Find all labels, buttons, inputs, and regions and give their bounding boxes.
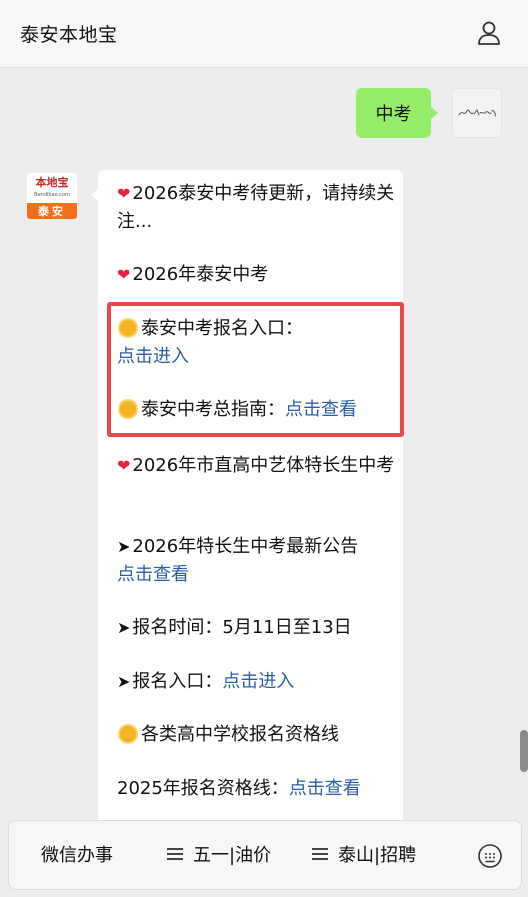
arrow-icon: ➤ [117,672,131,691]
heart-icon: ❤ [117,184,131,203]
menu-item-wechat-service[interactable]: 微信办事 [41,845,113,867]
page-title: 泰安本地宝 [20,24,118,46]
entry-link[interactable]: 点击进入 [222,671,294,692]
bottom-menu: 微信办事 五一|油价 泰山|招聘 [8,820,522,890]
message-line-title: ❤ 2026年泰安中考 [117,264,269,285]
arrow-icon: ➤ [117,537,131,556]
message-line-qualification: 各类高中学校报名资格线 [117,721,397,749]
person-icon[interactable] [476,20,502,46]
message-line-update: ❤ 2026泰安中考待更新，请持续关注... [117,183,395,232]
scrollbar[interactable] [520,730,528,772]
menu-item-holiday-oil[interactable]: 五一|油价 [167,845,271,867]
signature-image [458,108,496,117]
qualification-link[interactable]: 点击查看 [289,778,361,799]
message-line-2025: 2025年报名资格线：点击查看 [117,778,361,799]
user-avatar[interactable] [452,88,502,138]
user-message-bubble: 中考 [356,88,438,138]
bot-logo: 本地宝 Bendibao.com [27,173,77,203]
menu-item-taishan-jobs[interactable]: 泰山|招聘 [312,845,416,867]
heart-icon: ❤ [117,456,131,475]
header-bar: 泰安本地宝 [0,0,528,68]
chat-page: 泰安本地宝 中考 本地宝 Bendibao.com 泰安 ❤ 2026泰安中考待更… [0,0,528,897]
message-line-entry: ➤ 报名入口：点击进入 [117,671,295,692]
arrow-icon: ➤ [117,618,131,637]
message-line-specialty: ❤ 2026年市直高中艺体特长生中考 [117,455,395,476]
menu-icon [167,848,183,860]
menu-icon [312,848,328,860]
highlight-box [107,302,404,437]
keyboard-icon[interactable] [477,843,503,869]
announcement-link[interactable]: 点击查看 [117,564,189,585]
heart-icon: ❤ [117,265,131,284]
sun-icon [120,726,136,742]
bot-avatar[interactable]: 本地宝 Bendibao.com 泰安 [26,172,78,220]
message-line-announcement: ➤ 2026年特长生中考最新公告 点击查看 [117,536,359,585]
user-message-text: 中考 [375,104,412,125]
message-line-time: ➤ 报名时间：5月11日至13日 [117,617,352,638]
